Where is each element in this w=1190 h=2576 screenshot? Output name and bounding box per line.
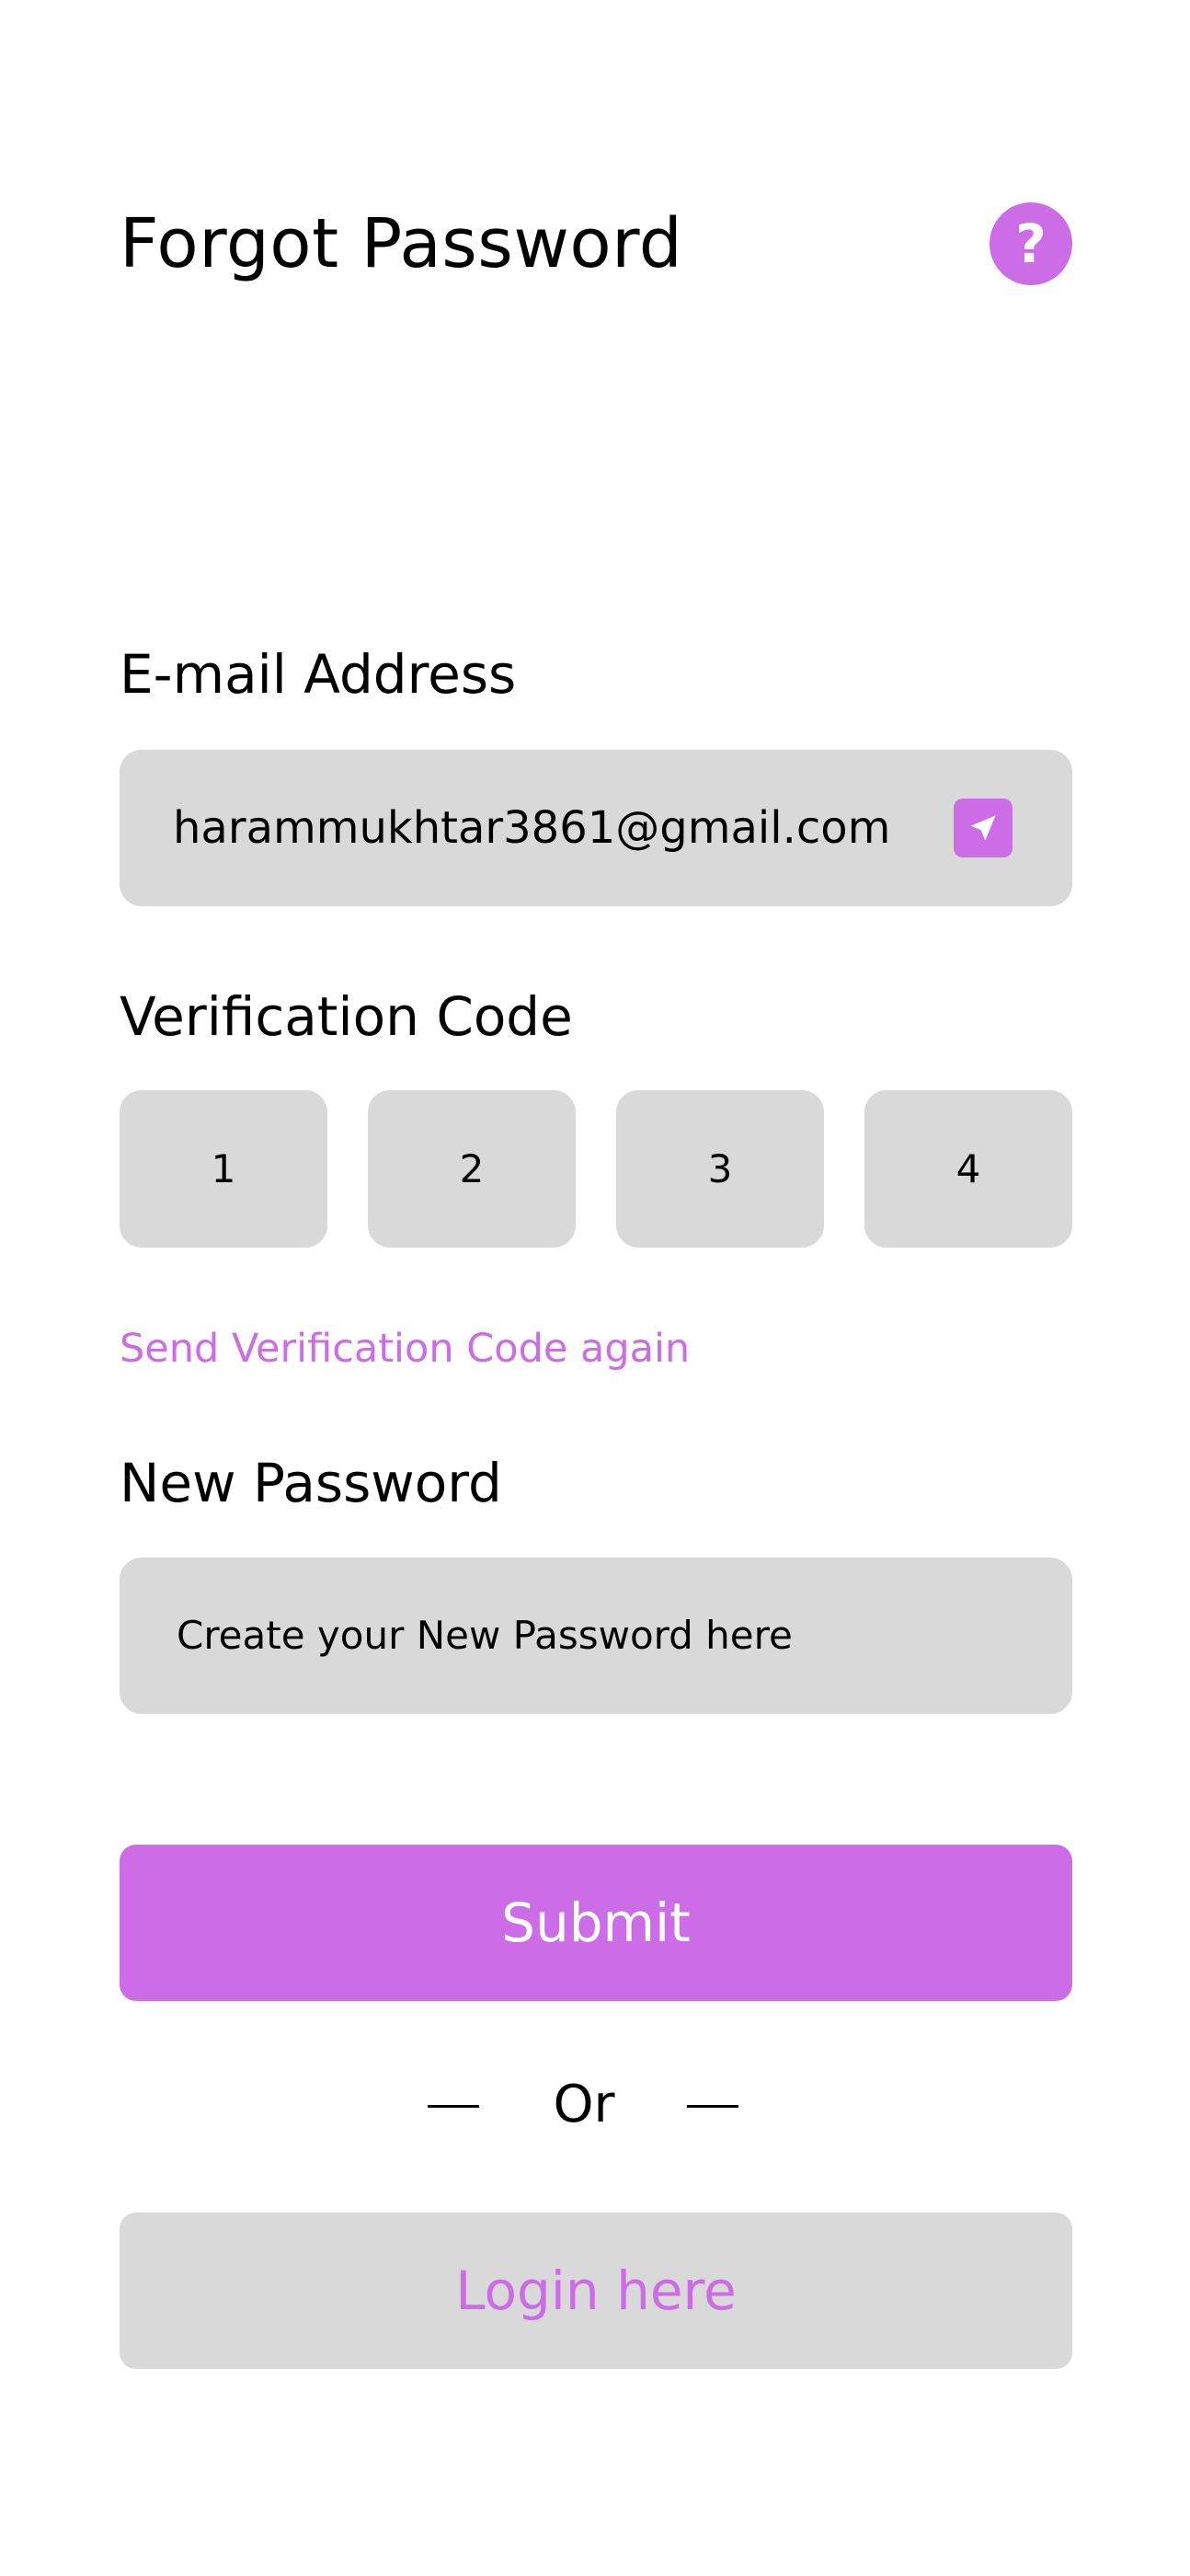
send-code-button[interactable] — [954, 799, 1013, 857]
verification-code-label: Verification Code — [120, 985, 573, 1048]
new-password-placeholder: Create your New Password here — [177, 1613, 793, 1658]
code-digit-2[interactable]: 2 — [368, 1090, 576, 1248]
code-digit-1[interactable]: 1 — [120, 1090, 327, 1248]
resend-code-link[interactable]: Send Verification Code again — [120, 1323, 690, 1374]
new-password-label: New Password — [120, 1452, 502, 1514]
send-arrow-icon — [970, 815, 996, 841]
new-password-field[interactable]: Create your New Password here — [120, 1558, 1072, 1714]
page-title: Forgot Password — [120, 204, 683, 283]
email-field[interactable]: harammukhtar3861@gmail.com — [120, 750, 1072, 906]
question-mark-icon: ? — [1015, 213, 1047, 275]
divider-line-right — [687, 2105, 738, 2108]
help-button[interactable]: ? — [990, 202, 1072, 285]
login-button[interactable]: Login here — [120, 2213, 1072, 2369]
code-digit-3[interactable]: 3 — [616, 1090, 824, 1248]
divider-line-left — [428, 2105, 479, 2108]
or-divider-text: Or — [553, 2075, 615, 2134]
code-digit-4[interactable]: 4 — [864, 1090, 1072, 1248]
email-label: E-mail Address — [120, 643, 517, 706]
email-value: harammukhtar3861@gmail.com — [173, 802, 891, 854]
submit-button[interactable]: Submit — [120, 1845, 1072, 2001]
